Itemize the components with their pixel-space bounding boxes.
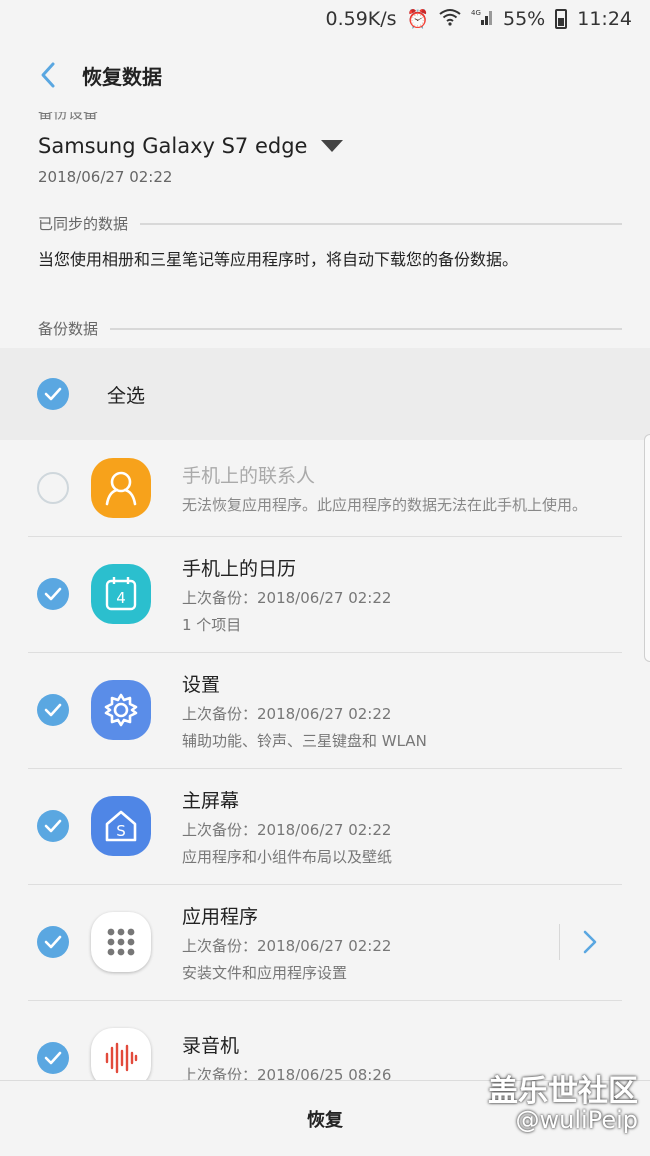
contacts-icon	[91, 458, 151, 518]
apps-grid-icon	[91, 912, 151, 972]
item-title: 应用程序	[182, 905, 259, 928]
dropdown-arrow-icon	[321, 140, 344, 152]
watermark-handle: @wuliPeip	[515, 1106, 638, 1134]
checkmark-icon	[44, 1051, 62, 1065]
calendar-icon: 4	[91, 564, 151, 624]
alarm-icon: ⏰	[406, 8, 429, 30]
checkmark-icon	[44, 387, 62, 401]
item-checkbox[interactable]	[37, 810, 69, 842]
checkmark-icon	[44, 587, 62, 601]
device-selector[interactable]: Samsung Galaxy S7 edge	[38, 134, 344, 158]
checkmark-icon	[44, 819, 62, 833]
item-checkbox[interactable]	[37, 1042, 69, 1074]
device-name: Samsung Galaxy S7 edge	[38, 134, 308, 158]
scrollbar-handle[interactable]	[644, 434, 650, 662]
network-speed: 0.59K/s	[325, 8, 397, 30]
backup-device-heading: 备份设备	[38, 112, 99, 122]
settings-gear-icon	[91, 680, 151, 740]
item-last-backup: 上次备份：2018/06/27 02:22	[182, 704, 392, 723]
item-title: 设置	[182, 673, 221, 696]
synced-section-header: 已同步的数据	[38, 213, 622, 234]
synced-heading: 已同步的数据	[38, 215, 129, 233]
device-backup-date: 2018/06/27 02:22	[38, 168, 173, 186]
item-checkbox	[37, 472, 69, 504]
backup-item-settings[interactable]: 设置 上次备份：2018/06/27 02:22 辅助功能、铃声、三星键盘和 W…	[0, 652, 650, 768]
item-detail: 应用程序和小组件布局以及壁纸	[182, 847, 393, 866]
divider	[110, 327, 622, 330]
item-detail: 1 个项目	[182, 615, 242, 634]
item-last-backup: 上次备份：2018/06/27 02:22	[182, 936, 392, 955]
backup-item-apps[interactable]: 应用程序 上次备份：2018/06/27 02:22 安装文件和应用程序设置	[0, 884, 650, 1000]
page-title: 恢复数据	[82, 64, 162, 89]
checkmark-icon	[44, 935, 62, 949]
home-screen-icon: S	[91, 796, 151, 856]
item-last-backup: 上次备份：2018/06/27 02:22	[182, 588, 392, 607]
status-bar: 0.59K/s ⏰ 4G 55% 11:24	[0, 0, 650, 38]
item-subtitle: 无法恢复应用程序。此应用程序的数据无法在此手机上使用。	[182, 496, 588, 514]
select-all-row[interactable]: 全选	[0, 348, 650, 440]
network-type-label: 4G	[471, 9, 481, 17]
backup-item-home-screen[interactable]: S 主屏幕 上次备份：2018/06/27 02:22 应用程序和小组件布局以及…	[0, 768, 650, 884]
item-title: 手机上的联系人	[182, 465, 316, 487]
chevron-right-icon	[583, 930, 597, 954]
back-button[interactable]	[20, 47, 76, 103]
restore-button[interactable]: 恢复	[307, 1106, 343, 1132]
item-title: 手机上的日历	[182, 557, 297, 580]
backup-section-header: 备份数据	[38, 318, 622, 339]
select-all-label: 全选	[107, 384, 146, 407]
calendar-day: 4	[116, 589, 126, 607]
item-checkbox[interactable]	[37, 694, 69, 726]
item-checkbox[interactable]	[37, 926, 69, 958]
wifi-icon	[439, 8, 461, 31]
item-checkbox[interactable]	[37, 578, 69, 610]
watermark-community: 盖乐世社区	[488, 1074, 638, 1109]
voice-recorder-icon	[91, 1028, 151, 1080]
item-detail: 安装文件和应用程序设置	[182, 963, 348, 982]
item-last-backup: 上次备份：2018/06/27 02:22	[182, 820, 392, 839]
item-detail: 辅助功能、铃声、三星键盘和 WLAN	[182, 731, 427, 750]
item-title: 主屏幕	[182, 789, 240, 812]
svg-text:S: S	[116, 822, 126, 840]
restore-content[interactable]: 备份设备 Samsung Galaxy S7 edge 2018/06/27 0…	[0, 112, 650, 1080]
item-last-backup: 上次备份：2018/06/25 08:26	[182, 1066, 392, 1080]
item-title: 录音机	[182, 1035, 240, 1057]
backup-item-calendar[interactable]: 4 手机上的日历 上次备份：2018/06/27 02:22 1 个项目	[0, 536, 650, 652]
apps-detail-button[interactable]	[559, 924, 598, 960]
cellular-signal-icon: 4G	[471, 8, 493, 31]
backup-item-contacts: 手机上的联系人 无法恢复应用程序。此应用程序的数据无法在此手机上使用。	[0, 440, 650, 536]
checkmark-icon	[44, 703, 62, 717]
clock: 11:24	[577, 8, 632, 30]
divider	[140, 222, 622, 225]
battery-percent: 55%	[503, 8, 546, 30]
app-header: 恢复数据	[0, 38, 650, 112]
battery-icon	[555, 9, 568, 29]
chevron-left-icon	[41, 62, 55, 88]
select-all-checkbox[interactable]	[37, 378, 69, 410]
backup-heading: 备份数据	[38, 320, 99, 338]
synced-description: 当您使用相册和三星笔记等应用程序时，将自动下载您的备份数据。	[38, 250, 519, 269]
divider	[559, 924, 560, 960]
